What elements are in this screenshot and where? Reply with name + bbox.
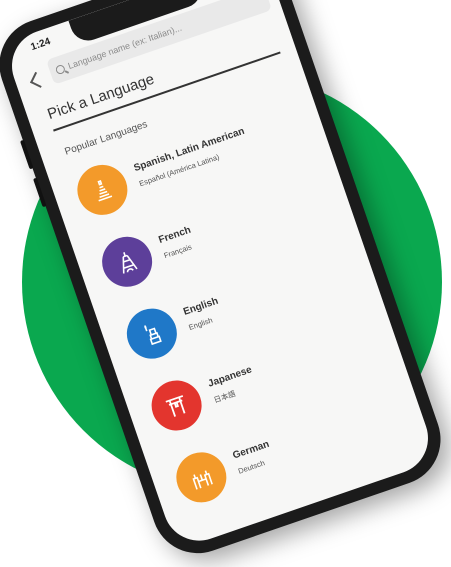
language-name: Japanese [206, 364, 254, 390]
volume-up-button [19, 139, 34, 170]
eiffel-tower-icon [95, 229, 159, 294]
language-name: English [181, 295, 220, 318]
language-native-name: Français [162, 242, 193, 261]
temple-icon [70, 158, 135, 222]
language-native-name: 日本語 [212, 388, 237, 405]
language-native-name: English [187, 315, 214, 332]
torii-gate-icon [144, 373, 209, 438]
back-icon[interactable] [30, 71, 47, 88]
statue-of-liberty-icon [120, 301, 184, 366]
language-name: German [231, 438, 271, 462]
search-icon [54, 63, 66, 75]
language-native-name: Deutsch [236, 458, 266, 476]
status-time: 1:24 [29, 36, 52, 54]
